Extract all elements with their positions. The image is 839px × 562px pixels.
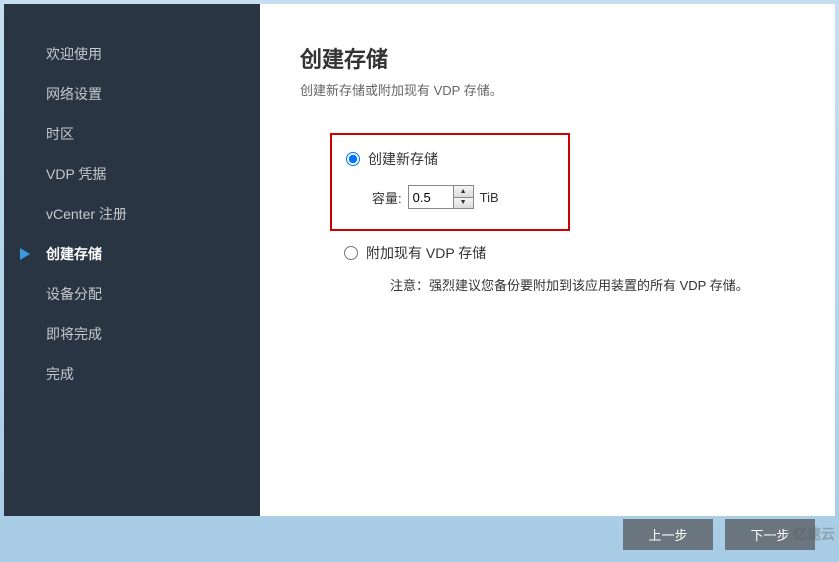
attach-note: 注意：强烈建议您备份要附加到该应用装置的所有 VDP 存储。 bbox=[390, 275, 795, 294]
sidebar-item-create-storage[interactable]: 创建存储 bbox=[4, 234, 260, 274]
sidebar-item-label: 时区 bbox=[46, 126, 74, 142]
sidebar-item-welcome[interactable]: 欢迎使用 bbox=[4, 34, 260, 74]
attach-storage-radio[interactable] bbox=[344, 246, 358, 260]
page-subtitle: 创建新存储或附加现有 VDP 存储。 bbox=[300, 80, 795, 99]
previous-button[interactable]: 上一步 bbox=[623, 519, 713, 550]
sidebar-item-ready-complete[interactable]: 即将完成 bbox=[4, 314, 260, 354]
capacity-stepper[interactable]: ▲ ▼ bbox=[408, 185, 474, 209]
storage-options: 创建新存储 容量: ▲ ▼ TiB 附加现有 VDP bbox=[330, 133, 795, 294]
capacity-row: 容量: ▲ ▼ TiB bbox=[372, 185, 548, 209]
sidebar-item-vcenter-register[interactable]: vCenter 注册 bbox=[4, 194, 260, 234]
sidebar-item-vdp-credentials[interactable]: VDP 凭据 bbox=[4, 154, 260, 194]
create-storage-radio[interactable] bbox=[346, 152, 360, 166]
dialog-container: 欢迎使用 网络设置 时区 VDP 凭据 vCenter 注册 创建存储 设备分配… bbox=[0, 0, 839, 520]
next-button[interactable]: 下一步 bbox=[725, 519, 815, 550]
sidebar-item-label: vCenter 注册 bbox=[46, 206, 127, 222]
sidebar-item-label: 即将完成 bbox=[46, 326, 102, 342]
create-storage-label: 创建新存储 bbox=[368, 149, 438, 169]
navigation-buttons: 上一步 下一步 bbox=[623, 519, 815, 550]
attach-storage-label: 附加现有 VDP 存储 bbox=[366, 243, 486, 263]
attach-storage-option[interactable]: 附加现有 VDP 存储 bbox=[344, 243, 795, 263]
create-storage-highlight: 创建新存储 容量: ▲ ▼ TiB bbox=[330, 133, 570, 231]
main-panel: 创建存储 创建新存储或附加现有 VDP 存储。 创建新存储 容量: ▲ ▼ bbox=[260, 4, 835, 516]
capacity-input[interactable] bbox=[409, 186, 453, 208]
wizard-sidebar: 欢迎使用 网络设置 时区 VDP 凭据 vCenter 注册 创建存储 设备分配… bbox=[4, 4, 260, 516]
sidebar-item-label: 设备分配 bbox=[46, 286, 102, 302]
create-storage-option[interactable]: 创建新存储 bbox=[346, 149, 548, 169]
sidebar-item-label: 网络设置 bbox=[46, 86, 102, 102]
stepper-down-button[interactable]: ▼ bbox=[454, 198, 473, 209]
sidebar-item-complete[interactable]: 完成 bbox=[4, 354, 260, 394]
sidebar-item-label: VDP 凭据 bbox=[46, 166, 106, 182]
sidebar-item-label: 创建存储 bbox=[46, 246, 102, 262]
page-title: 创建存储 bbox=[300, 42, 795, 74]
stepper-controls: ▲ ▼ bbox=[453, 186, 473, 208]
sidebar-item-label: 完成 bbox=[46, 366, 74, 382]
stepper-up-button[interactable]: ▲ bbox=[454, 186, 473, 198]
sidebar-item-timezone[interactable]: 时区 bbox=[4, 114, 260, 154]
capacity-label: 容量: bbox=[372, 188, 402, 207]
sidebar-item-device-assign[interactable]: 设备分配 bbox=[4, 274, 260, 314]
capacity-unit: TiB bbox=[480, 190, 499, 205]
sidebar-item-network[interactable]: 网络设置 bbox=[4, 74, 260, 114]
sidebar-item-label: 欢迎使用 bbox=[46, 46, 102, 62]
